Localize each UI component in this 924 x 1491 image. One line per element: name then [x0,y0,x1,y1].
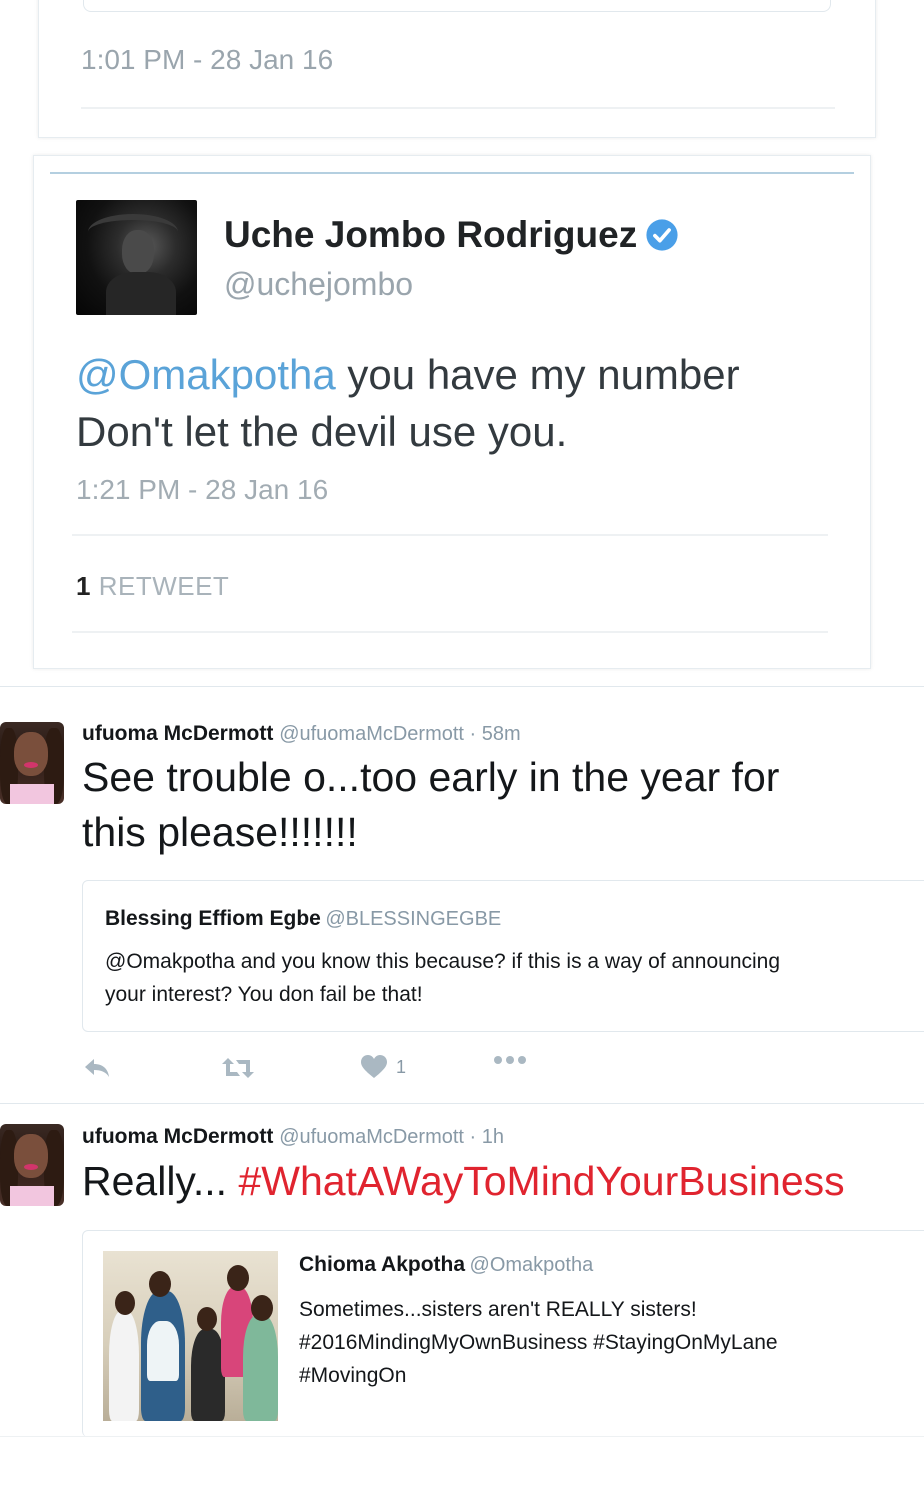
quoted-text-line2: #2016MindingMyOwnBusiness #StayingOnMyLa… [299,1331,778,1354]
tweet-timestamp[interactable]: 1:01 PM - 28 Jan 16 [81,44,333,76]
embedded-media-box [83,0,831,12]
tweet-text: @Omakpotha you have my number Don't let … [76,346,836,460]
tweet-text-prefix: Really... [82,1158,239,1204]
photo-person [191,1329,225,1421]
avatar[interactable] [76,200,197,315]
quoted-text-line3: #MovingOn [299,1364,407,1387]
retweet-icon [222,1058,254,1078]
header-separator: · [463,723,482,745]
timeline-divider [0,1103,924,1104]
avatar-body [106,272,176,315]
quoted-tweet-header: Blessing Effiom Egbe @BLESSINGEGBE [105,907,501,931]
quoted-author-handle: @BLESSINGEGBE [325,908,502,930]
avatar[interactable] [0,722,64,804]
avatar-face [14,1134,48,1178]
author-handle[interactable]: @ufuomaMcDermott [279,723,464,745]
author-name[interactable]: ufuoma McDermott [82,722,273,745]
quoted-author-handle: @Omakpotha [469,1254,594,1276]
tweet-timestamp[interactable]: 1:21 PM - 28 Jan 16 [76,474,328,506]
tweet-text-line1: you have my number [335,351,740,398]
author-handle[interactable]: @uchejombo [224,266,413,303]
photo-head [251,1295,273,1321]
avatar-face [122,230,154,274]
hashtag-link[interactable]: #WhatAWayToMindYourBusiness [238,1158,844,1204]
tweet-text: Really... #WhatAWayToMindYourBusiness [82,1154,922,1209]
avatar-lips [24,1164,38,1170]
quoted-text-line1: @Omakpotha and you know this because? if… [105,950,781,973]
avatar-shirt [10,1186,54,1206]
photo-head [227,1265,249,1291]
more-button[interactable] [492,1054,528,1066]
tweet-header: ufuoma McDermott @ufuomaMcDermott · 58m [82,722,521,746]
photo-head [149,1271,171,1297]
reply-icon [85,1059,109,1077]
divider [72,631,828,633]
tweet-age[interactable]: 1h [482,1126,504,1148]
header-separator: · [463,1126,482,1148]
quoted-tweet-text: Sometimes...sisters aren't REALLY sister… [299,1293,778,1392]
timeline-divider [0,686,924,687]
photo-person-detail [147,1321,179,1381]
photo-person [109,1311,139,1421]
quoted-tweet-text: @Omakpotha and you know this because? if… [105,945,780,1011]
more-icon [494,1056,526,1064]
avatar[interactable] [0,1124,64,1206]
card-top-rule [50,172,854,174]
tweet-text-line1: See trouble o...too early in the year fo… [82,754,780,800]
divider [72,534,828,536]
like-icon [361,1055,387,1078]
quoted-text-line1: Sometimes...sisters aren't REALLY sister… [299,1298,697,1321]
embedded-tweet-card: Uche Jombo Rodriguez @uchejombo @Omakpot… [33,155,871,669]
mention-link[interactable]: @Omakpotha [76,351,336,398]
retweet-button[interactable] [220,1054,256,1082]
tweet-text: See trouble o...too early in the year fo… [82,750,922,860]
tweet-age[interactable]: 58m [482,723,521,745]
quoted-tweet-photo[interactable] [103,1251,278,1421]
reply-button[interactable] [82,1054,112,1082]
quoted-tweet[interactable]: Chioma Akpotha @Omakpotha Sometimes...si… [82,1230,924,1437]
tweet-text-line2: Don't let the devil use you. [76,408,568,455]
quoted-tweet-header: Chioma Akpotha @Omakpotha [299,1253,593,1277]
tweet-actions: 1 [82,1054,582,1084]
retweet-stat[interactable]: 1 RETWEET [76,571,229,602]
page: 1:01 PM - 28 Jan 16 Uche Jombo Rodriguez… [0,0,924,1491]
avatar-face [14,732,48,776]
like-button[interactable]: 1 [360,1054,406,1080]
quoted-text-line2: your interest? You don fail be that! [105,983,423,1006]
photo-head [197,1307,217,1331]
tweet-text-line2: this please!!!!!!! [82,809,358,855]
tweet-header: ufuoma McDermott @ufuomaMcDermott · 1h [82,1125,504,1149]
quoted-tweet[interactable]: Blessing Effiom Egbe @BLESSINGEGBE @Omak… [82,880,924,1032]
retweet-count: 1 [76,571,91,601]
avatar-shirt [10,784,54,804]
like-count: 1 [396,1056,407,1077]
retweet-label: RETWEET [98,571,230,601]
avatar-lips [24,762,38,768]
verified-icon [646,219,678,251]
author-name[interactable]: Uche Jombo Rodriguez [224,214,637,256]
author-name[interactable]: ufuoma McDermott [82,1125,273,1148]
photo-head [115,1291,135,1315]
timeline-divider [0,1436,924,1437]
photo-person [243,1315,278,1421]
author-name-row[interactable]: Uche Jombo Rodriguez [224,214,679,256]
embedded-tweet-card-top: 1:01 PM - 28 Jan 16 [38,0,876,138]
quoted-author-name: Chioma Akpotha [299,1253,466,1276]
quoted-author-name: Blessing Effiom Egbe [105,907,321,930]
divider [81,107,835,109]
author-handle[interactable]: @ufuomaMcDermott [279,1126,464,1148]
